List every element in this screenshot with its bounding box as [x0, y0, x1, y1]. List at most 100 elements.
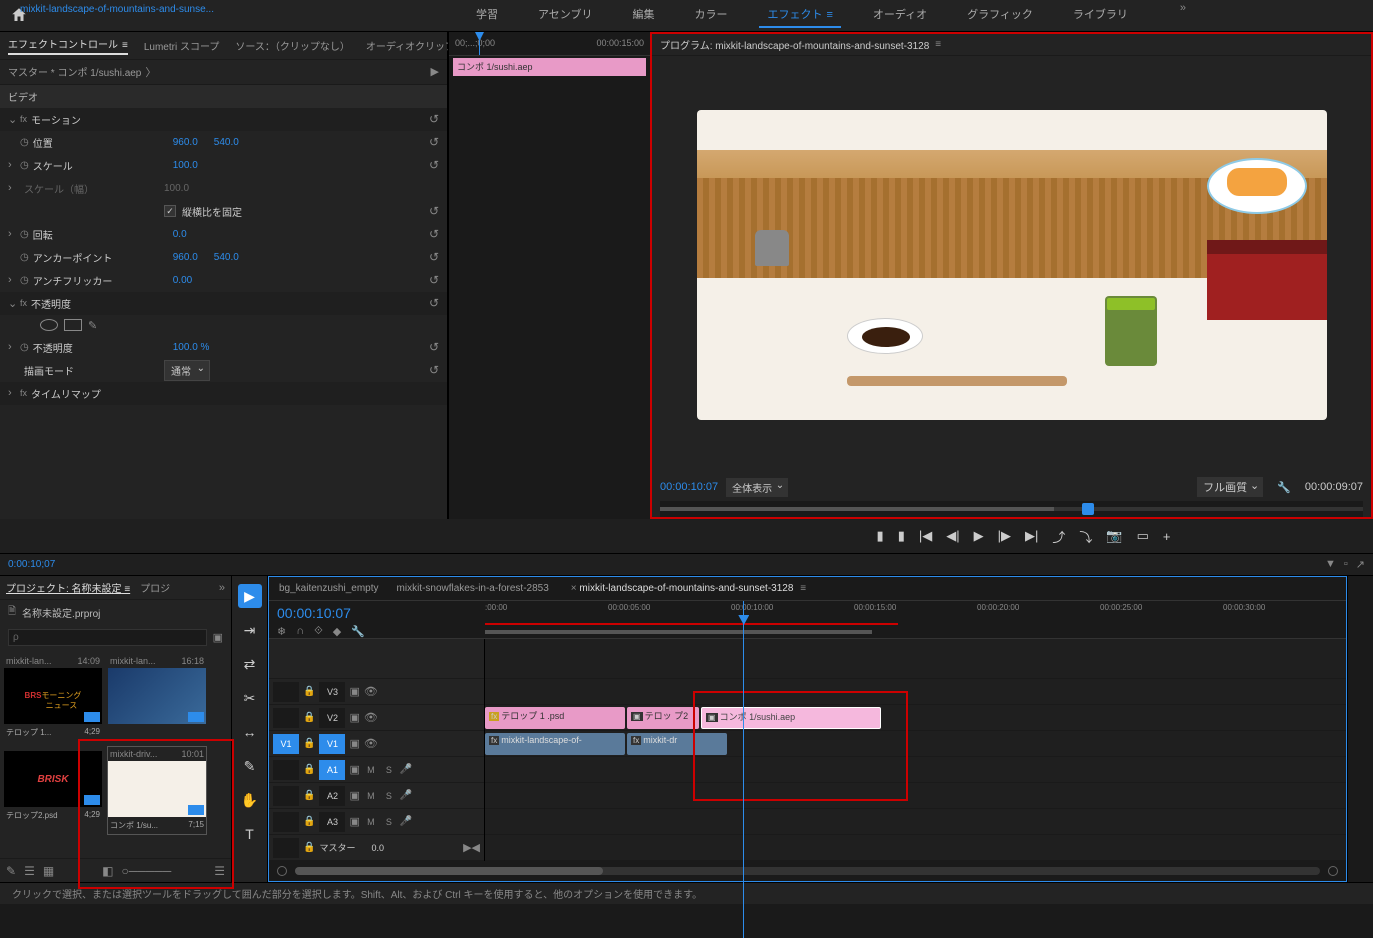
program-timecode[interactable]: 00:00:10:07: [660, 481, 718, 493]
ws-tab-graphics[interactable]: グラフィック: [959, 2, 1041, 28]
reset-icon[interactable]: ↺: [429, 340, 439, 354]
antiflicker-value[interactable]: 0.00: [173, 275, 192, 286]
hand-tool-icon[interactable]: ✋: [238, 788, 262, 812]
current-clip-link[interactable]: mixkit-landscape-of-mountains-and-sunse.…: [16, 2, 218, 24]
aspect-lock-checkbox[interactable]: [164, 205, 176, 217]
clip-telop1[interactable]: fxテロップ 1 .psd: [485, 707, 625, 729]
new-item-icon[interactable]: ▫: [1344, 558, 1348, 571]
stopwatch-icon[interactable]: ◷: [20, 137, 29, 148]
zoom-slider[interactable]: ○─────: [122, 864, 172, 878]
export-frame-icon[interactable]: 📷: [1106, 528, 1122, 544]
go-out-icon[interactable]: ▶|: [1025, 528, 1038, 544]
reset-icon[interactable]: ↺: [429, 204, 439, 218]
step-back-icon[interactable]: ◀|: [946, 528, 959, 544]
timeline-tab[interactable]: bg_kaitenzushi_empty: [279, 583, 379, 594]
panel-menu-icon[interactable]: ≡: [935, 39, 941, 50]
zoom-in-icon[interactable]: [1328, 866, 1338, 876]
type-tool-icon[interactable]: T: [238, 822, 262, 846]
wrench-icon[interactable]: 🔧: [1277, 481, 1291, 494]
eye-icon[interactable]: ▣: [349, 737, 359, 750]
mic-icon[interactable]: 🎤: [400, 764, 412, 775]
position-y[interactable]: 540.0: [214, 137, 239, 148]
overflow-icon[interactable]: »: [219, 582, 225, 594]
project-search[interactable]: [8, 629, 207, 646]
lock-icon[interactable]: 🔒: [303, 816, 315, 827]
reset-icon[interactable]: ↺: [429, 363, 439, 377]
rotation-value[interactable]: 0.0: [173, 229, 187, 240]
stopwatch-icon[interactable]: ◷: [20, 342, 29, 353]
selection-tool-icon[interactable]: ▶: [238, 584, 262, 608]
step-fwd-icon[interactable]: |▶: [998, 528, 1011, 544]
slip-tool-icon[interactable]: ↔: [238, 720, 262, 744]
motion-section[interactable]: ⌄fx モーション ↺: [0, 108, 447, 131]
ws-tab-audio[interactable]: オーディオ: [865, 2, 935, 28]
lift-icon[interactable]: ⤴: [1052, 527, 1065, 546]
lock-icon[interactable]: 🔒: [303, 712, 315, 723]
mini-clip[interactable]: コンポ 1/sushi.aep: [453, 58, 646, 76]
ws-tab-library[interactable]: ライブラリ: [1065, 2, 1136, 28]
timeline-timecode[interactable]: 00:00:10:07: [277, 605, 477, 621]
effect-timeline[interactable]: 00;...;0;00 00:00:15:00 コンポ 1/sushi.aep: [448, 32, 650, 519]
play-icon[interactable]: ▶: [974, 528, 984, 544]
stopwatch-icon[interactable]: ◷: [20, 229, 29, 240]
timeline-tab[interactable]: mixkit-snowflakes-in-a-forest-2853: [397, 583, 549, 594]
eye-icon[interactable]: 👁: [364, 685, 378, 698]
ws-tab-edit[interactable]: 編集: [624, 2, 662, 28]
track-header-v1[interactable]: V1🔒 V1 ▣ 👁: [269, 731, 484, 757]
program-viewport[interactable]: [652, 56, 1371, 473]
project-tab[interactable]: プロジェクト: 名称未設定 ≡: [6, 580, 130, 595]
program-scrubber[interactable]: [660, 501, 1363, 517]
eye-icon[interactable]: 👁: [364, 737, 378, 750]
eye-icon[interactable]: ▣: [349, 711, 359, 724]
bin-item[interactable]: mixkit-lan...16:18: [108, 654, 206, 741]
lock-icon[interactable]: 🔒: [303, 738, 315, 749]
ripple-tool-icon[interactable]: ⇄: [238, 652, 262, 676]
expand-icon[interactable]: ▶◀: [463, 841, 480, 854]
track-header-master[interactable]: 🔒 マスター 0.0 ▶◀: [269, 835, 484, 861]
lock-icon[interactable]: 🔒: [303, 764, 315, 775]
reset-icon[interactable]: ↺: [429, 273, 439, 287]
extract-icon[interactable]: ⤵: [1079, 527, 1092, 546]
clip-mixkit1[interactable]: fxmixkit-landscape-of-: [485, 733, 625, 755]
opacity-value[interactable]: 100.0 %: [173, 342, 210, 353]
track-header-a2[interactable]: 🔒 A2 ▣MS 🎤: [269, 783, 484, 809]
stopwatch-icon[interactable]: ◷: [20, 275, 29, 286]
lock-icon[interactable]: 🔒: [303, 790, 315, 801]
reset-icon[interactable]: ↺: [429, 135, 439, 149]
go-in-icon[interactable]: |◀: [919, 528, 932, 544]
blend-mode-dropdown[interactable]: 通常: [164, 360, 210, 381]
track-header-v2[interactable]: 🔒 V2 ▣ 👁: [269, 705, 484, 731]
scale-value[interactable]: 100.0: [173, 160, 198, 171]
track-header-a1[interactable]: 🔒 A1 ▣MS 🎤: [269, 757, 484, 783]
mic-icon[interactable]: 🎤: [400, 816, 412, 827]
source-timecode[interactable]: 0:00:10;07: [8, 559, 55, 570]
bin-item[interactable]: mixkit-driv...10:01 コンポ 1/su...7;15: [108, 747, 206, 834]
ws-tab-assembly[interactable]: アセンブリ: [530, 2, 600, 28]
lock-icon[interactable]: 🔒: [303, 842, 315, 853]
pencil-icon[interactable]: ✎: [6, 864, 16, 878]
list-view-icon[interactable]: ☰: [24, 864, 35, 878]
anchor-y[interactable]: 540.0: [214, 252, 239, 263]
stopwatch-icon[interactable]: ◷: [20, 160, 29, 171]
razor-tool-icon[interactable]: ✂: [238, 686, 262, 710]
reset-icon[interactable]: ↺: [429, 296, 439, 310]
track-header-a3[interactable]: 🔒 A3 ▣MS 🎤: [269, 809, 484, 835]
magnet-icon[interactable]: ∩: [296, 625, 304, 638]
wrench-icon[interactable]: 🔧: [351, 625, 365, 638]
stopwatch-icon[interactable]: ◷: [20, 252, 29, 263]
track-header-v3[interactable]: 🔒 V3 ▣ 👁: [269, 679, 484, 705]
opacity-section[interactable]: ⌄fx 不透明度 ↺: [0, 292, 447, 315]
pen-tool-icon[interactable]: ✎: [238, 754, 262, 778]
reset-icon[interactable]: ↺: [429, 112, 439, 126]
timeline-tab[interactable]: × mixkit-landscape-of-mountains-and-suns…: [567, 583, 806, 594]
mic-icon[interactable]: 🎤: [400, 790, 412, 801]
tab-source[interactable]: ソース：（クリップなし）: [235, 38, 350, 53]
close-icon[interactable]: ×: [571, 583, 577, 594]
reset-icon[interactable]: ↺: [429, 250, 439, 264]
quality-dropdown[interactable]: フル画質: [1197, 477, 1263, 497]
linked-sel-icon[interactable]: ⟐: [314, 625, 323, 638]
launch-icon[interactable]: ↗: [1356, 558, 1365, 571]
comparison-icon[interactable]: ▭: [1137, 528, 1149, 544]
freeform-icon[interactable]: ◧: [102, 864, 113, 878]
ws-tab-color[interactable]: カラー: [686, 2, 735, 28]
